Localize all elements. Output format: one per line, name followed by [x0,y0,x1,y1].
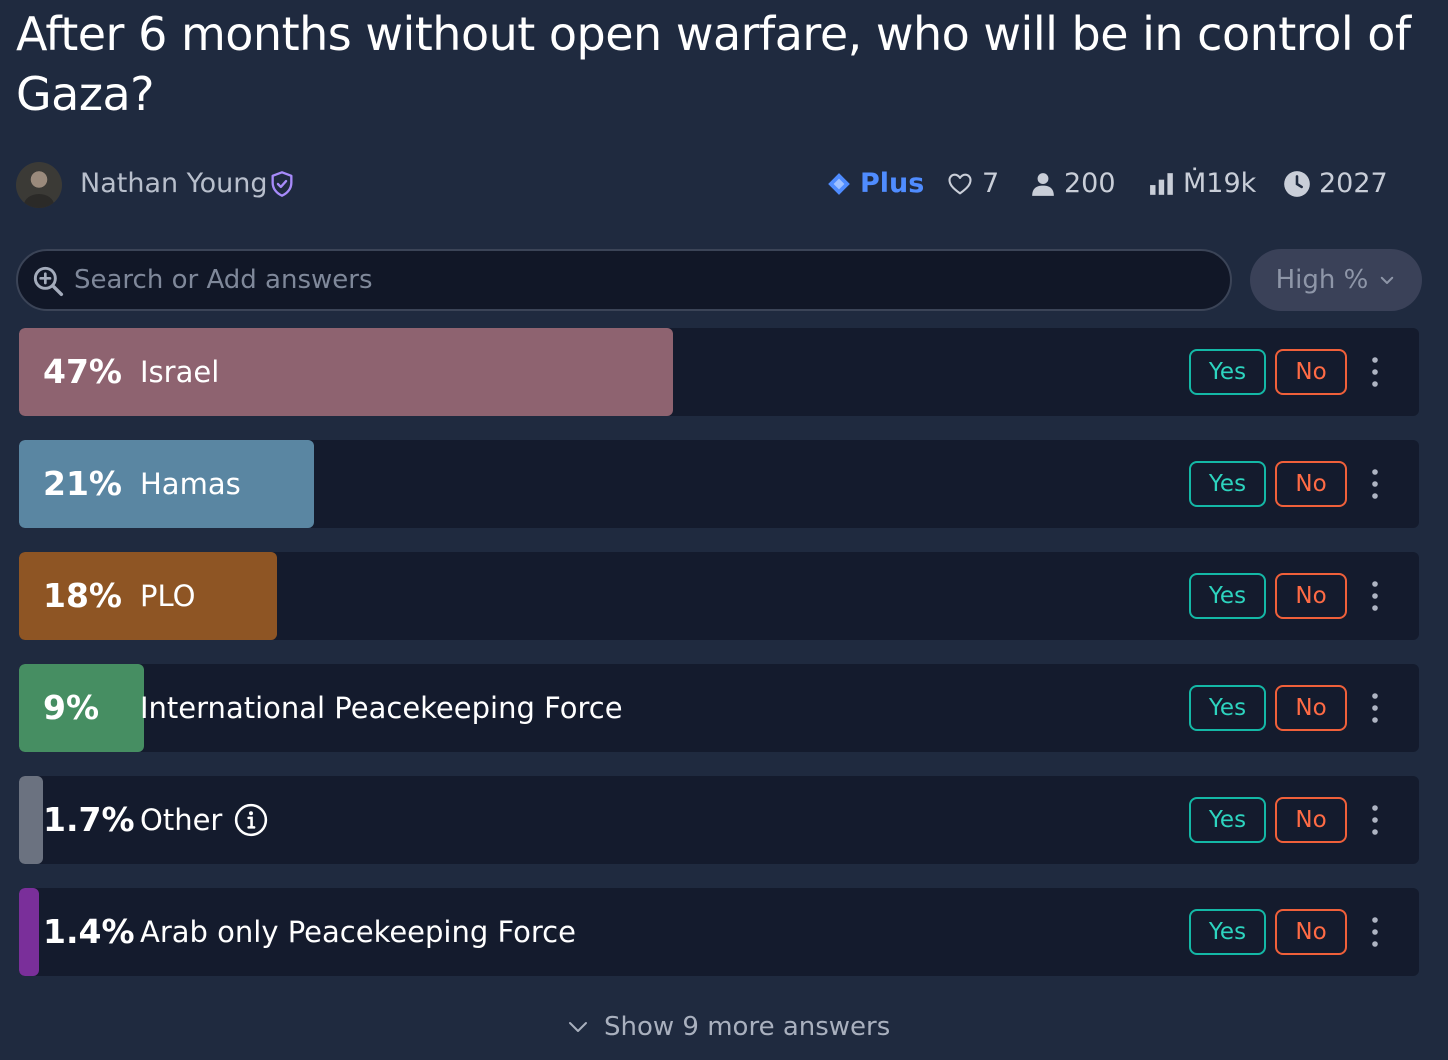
answer-row[interactable]: 1.7% Other Yes No [19,776,1419,864]
volume-stat[interactable]: Ṁ19k [1149,168,1256,199]
chevron-down-icon [569,1022,587,1032]
creator-name[interactable]: Nathan Young [80,168,267,199]
sort-dropdown[interactable]: High % [1250,249,1422,311]
traders-stat[interactable]: 200 [1030,168,1116,199]
answer-label: Hamas [140,440,241,528]
verified-shield-icon [271,171,293,197]
answer-row[interactable]: 18% PLO Yes No [19,552,1419,640]
answer-label-text: Hamas [140,467,241,501]
plus-label: Plus [860,168,925,199]
answer-label-text: International Peacekeeping Force [140,691,623,725]
traders-count: 200 [1064,168,1116,199]
bar-chart-icon [1150,172,1173,195]
show-more-answers-button[interactable]: Show 9 more answers [566,1012,890,1042]
yes-button[interactable]: Yes [1189,685,1266,731]
yes-button[interactable]: Yes [1189,461,1266,507]
no-button[interactable]: No [1275,685,1347,731]
search-plus-icon [33,266,64,297]
more-vertical-icon[interactable] [1365,802,1385,838]
likes-count: 7 [982,168,1000,199]
answer-row[interactable]: 21% Hamas Yes No [19,440,1419,528]
answer-percent: 47% [43,352,122,391]
more-vertical-icon[interactable] [1365,466,1385,502]
question-title: After 6 months without open warfare, who… [16,7,1411,121]
more-vertical-icon[interactable] [1365,914,1385,950]
more-vertical-icon[interactable] [1365,578,1385,614]
answer-label-text: Other [140,803,223,837]
heart-icon [948,173,972,194]
clock-icon [1284,170,1310,197]
answer-percent: 21% [43,464,122,503]
close-year: 2027 [1319,168,1388,199]
no-button[interactable]: No [1275,797,1347,843]
diamond-icon [828,172,850,195]
answer-percent: 1.4% [43,912,135,951]
volume-amount: Ṁ19k [1183,168,1257,199]
answer-label-text: PLO [140,579,196,613]
yes-button[interactable]: Yes [1189,797,1266,843]
more-vertical-icon[interactable] [1365,354,1385,390]
answer-label: Arab only Peacekeeping Force [140,888,576,976]
answer-row[interactable]: 47% Israel Yes No [19,328,1419,416]
no-button[interactable]: No [1275,573,1347,619]
yes-button[interactable]: Yes [1189,573,1266,619]
answer-row[interactable]: 1.4% Arab only Peacekeeping Force Yes No [19,888,1419,976]
no-button[interactable]: No [1275,461,1347,507]
yes-button[interactable]: Yes [1189,909,1266,955]
chevron-down-icon [1381,276,1394,284]
search-input[interactable] [74,251,1214,309]
answer-label-text: Arab only Peacekeeping Force [140,915,576,949]
plus-badge[interactable]: Plus [826,168,924,199]
close-date-stat[interactable]: 2027 [1283,168,1388,199]
show-more-label: Show 9 more answers [604,1012,891,1042]
answer-label: Israel [140,328,219,416]
info-icon[interactable] [234,803,268,837]
like-button[interactable]: 7 [946,168,999,199]
question-meta: Nathan Young Plus 7 200 Ṁ19k 2027 [16,160,1416,210]
more-vertical-icon[interactable] [1365,690,1385,726]
yes-button[interactable]: Yes [1189,349,1266,395]
answer-percent: 1.7% [43,800,135,839]
creator-avatar[interactable] [16,162,62,208]
sort-label: High % [1275,265,1369,295]
user-icon [1032,172,1054,196]
answer-label: Other [140,776,268,864]
answer-label-text: Israel [140,355,220,389]
answer-label: PLO [140,552,195,640]
no-button[interactable]: No [1275,909,1347,955]
answer-label: International Peacekeeping Force [140,664,623,752]
answer-percent: 18% [43,576,122,615]
answer-row[interactable]: 9% International Peacekeeping Force Yes … [19,664,1419,752]
search-box[interactable] [16,249,1232,311]
answer-list: 47% Israel Yes No 21% Hamas Yes No 18% P… [19,328,1419,1000]
no-button[interactable]: No [1275,349,1347,395]
answer-probability-bar [19,776,43,864]
answer-probability-bar [19,888,39,976]
answer-percent: 9% [43,688,100,727]
